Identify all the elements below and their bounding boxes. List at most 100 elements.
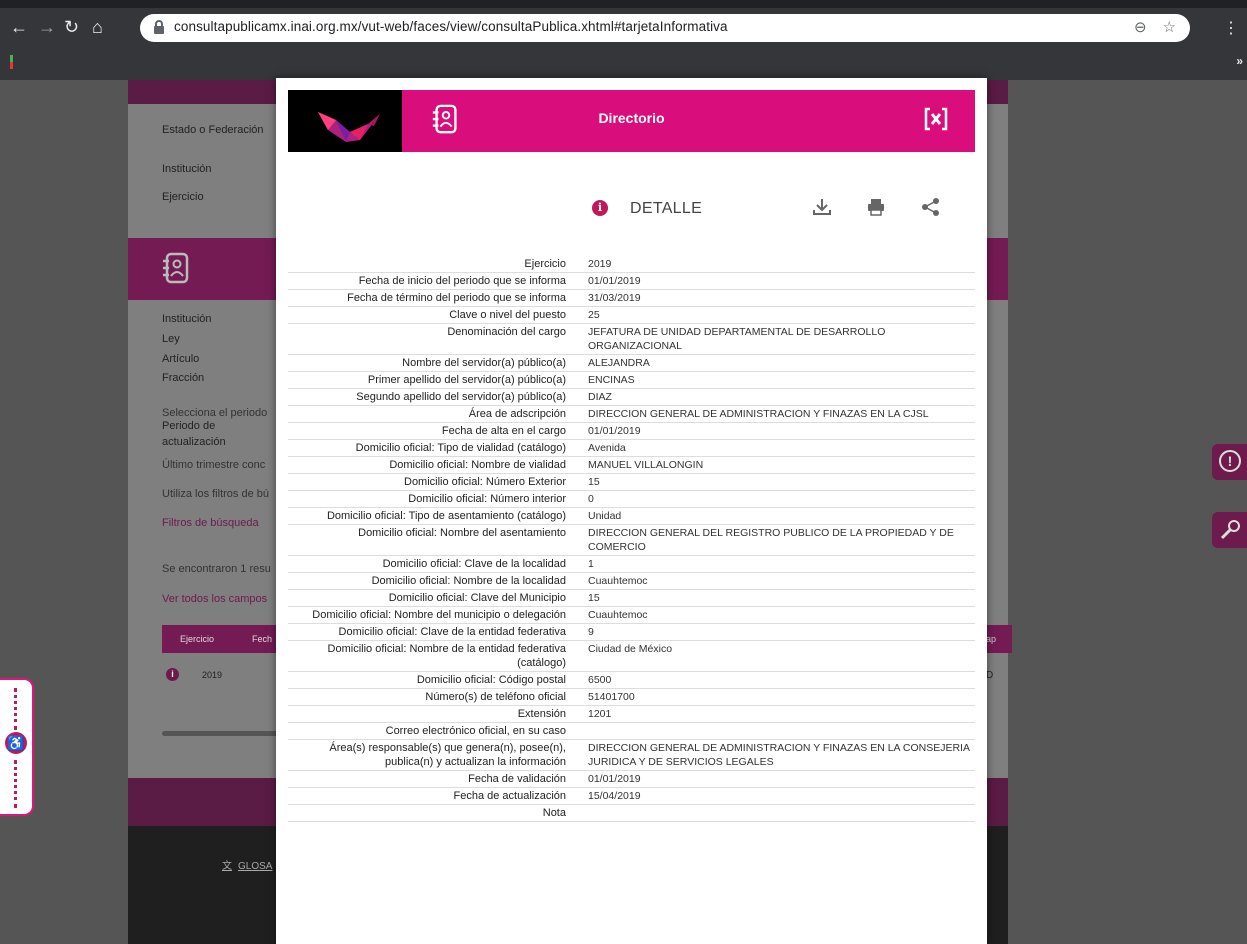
field-value: 01/01/2019 [588, 425, 641, 437]
field-label: Segundo apellido del servidor(a) público… [356, 391, 566, 403]
field-label: Fecha de alta en el cargo [441, 425, 566, 437]
field-label: Domicilio oficial: Nombre de la localida… [371, 575, 566, 587]
bg-filtros-link[interactable]: Filtros de búsqueda [162, 517, 259, 529]
field-label: Correo electrónico oficial, en su caso [385, 725, 566, 737]
field-label: Domicilio oficial: Clave de la entidad f… [338, 626, 566, 638]
field-label: Nota [542, 807, 566, 819]
field-label: Domicilio oficial: Tipo de asentamiento … [326, 510, 566, 522]
field-value: 31/03/2019 [588, 292, 641, 304]
field-value: DIRECCION GENERAL DE ADMINISTRACION Y FI… [588, 408, 929, 420]
field-label: Domicilio oficial: Nombre del asentamien… [358, 527, 566, 539]
url-text: consultapublicamx.inai.org.mx/vut-web/fa… [174, 19, 728, 34]
detail-row: Domicilio oficial: Nombre de la localida… [288, 573, 975, 590]
field-value: Avenida [588, 442, 626, 454]
bg-label-estado: Estado o Federación [162, 124, 264, 136]
bg-glosario-link[interactable]: 文 GLOSA [222, 857, 272, 872]
field-label: Número(s) de teléfono oficial [425, 691, 566, 703]
detail-row: Ejercicio 2019 [288, 254, 975, 273]
bg-row-year: 2019 [202, 670, 223, 680]
detail-row: Fecha de alta en el cargo 01/01/2019 [288, 423, 975, 440]
detail-row: Domicilio oficial: Nombre de la entidad … [288, 641, 975, 672]
detail-row: Fecha de término del periodo que se info… [288, 290, 975, 307]
report-button[interactable]: ! [1212, 444, 1247, 480]
bg-label-institucion-2: Institución [162, 313, 212, 325]
forward-icon[interactable]: → [38, 16, 56, 38]
bg-filtros-hint: Utiliza los filtros de bú [162, 488, 269, 500]
detail-row: Domicilio oficial: Clave de la localidad… [288, 556, 975, 573]
field-value: 9 [588, 626, 594, 638]
field-value: 2019 [588, 258, 612, 270]
detail-row: Domicilio oficial: Tipo de asentamiento … [288, 508, 975, 525]
wrench-icon [1220, 520, 1240, 540]
field-label: Domicilio oficial: Clave del Municipio [388, 592, 566, 604]
field-value: Unidad [588, 510, 622, 522]
zoom-icon[interactable]: ⊖ [1134, 19, 1147, 36]
field-value [576, 723, 975, 739]
detail-row: Área de adscripción DIRECCION GENERAL DE … [288, 406, 975, 423]
accessibility-dots-bottom [14, 760, 17, 808]
field-value: 0 [588, 493, 594, 505]
field-value: 01/01/2019 [588, 773, 641, 785]
field-label: Domicilio oficial: Número interior [408, 493, 566, 505]
info-icon: i [592, 200, 608, 216]
bg-label-articulo: Artículo [162, 353, 200, 365]
field-value: 51401700 [588, 691, 635, 703]
field-label: Primer apellido del servidor(a) público(… [367, 374, 566, 386]
detail-row: Número(s) de teléfono oficial 51401700 [288, 689, 975, 706]
field-label: Área de adscripción [468, 408, 566, 420]
reload-icon[interactable]: ↻ [64, 16, 79, 38]
field-value: 1 [588, 558, 594, 570]
detail-row: Domicilio oficial: Nombre del municipio … [288, 607, 975, 624]
back-icon[interactable]: ← [10, 16, 28, 38]
detail-row: Domicilio oficial: Clave del Municipio 15 [288, 590, 975, 607]
bg-row-info-icon[interactable]: i [166, 668, 179, 681]
detail-label: DETALLE [630, 200, 703, 217]
detail-row: Domicilio oficial: Código postal 6500 [288, 672, 975, 689]
field-value: Ciudad de México [588, 643, 673, 655]
bookmarks-overflow-icon[interactable]: » [1236, 54, 1243, 68]
home-icon[interactable]: ⌂ [92, 16, 103, 38]
detail-row: Correo electrónico oficial, en su caso [288, 723, 975, 740]
bookmark-favicon-icon[interactable] [10, 55, 13, 69]
field-value: 15 [588, 592, 600, 604]
field-value: 15 [588, 476, 600, 488]
browser-menu-icon[interactable]: ⋮ [1223, 18, 1239, 38]
download-icon[interactable] [811, 196, 833, 218]
field-label: Extensión [517, 708, 566, 720]
field-label: Clave o nivel del puesto [449, 309, 566, 321]
close-icon[interactable] [923, 106, 949, 132]
bg-th-edge: ap [986, 634, 997, 644]
bookmark-star-icon[interactable]: ☆ [1163, 19, 1176, 36]
detail-row: Domicilio oficial: Número interior 0 [288, 491, 975, 508]
field-label: Nombre del servidor(a) público(a) [402, 357, 566, 369]
bg-label-ejercicio: Ejercicio [162, 191, 204, 203]
field-label: Domicilio oficial: Número Exterior [404, 476, 566, 488]
field-value: DIAZ [588, 391, 612, 403]
field-label: Ejercicio [524, 258, 566, 270]
detail-row: Segundo apellido del servidor(a) público… [288, 389, 975, 406]
directory-icon [163, 252, 189, 284]
bg-label-actualizacion: actualización [162, 436, 226, 448]
modal-header: Directorio [288, 90, 975, 152]
detail-row: Extensión 1201 [288, 706, 975, 723]
detail-row: Clave o nivel del puesto 25 [288, 307, 975, 324]
accessibility-widget[interactable]: ♿ [0, 678, 34, 816]
share-icon[interactable] [920, 196, 942, 218]
field-value: 6500 [588, 674, 612, 686]
field-value: 25 [588, 309, 600, 321]
glossary-icon: 文 [222, 861, 232, 872]
bg-label-ley: Ley [162, 333, 180, 345]
tools-button[interactable] [1212, 512, 1247, 548]
print-icon[interactable] [865, 196, 887, 218]
bg-scrollbar[interactable] [162, 731, 282, 736]
bookmarks-bar [0, 48, 1247, 80]
field-label: Fecha de validación [468, 773, 566, 785]
detail-row: Domicilio oficial: Nombre del asentamien… [288, 525, 975, 556]
lock-icon [154, 20, 164, 34]
field-value: JEFATURA DE UNIDAD DEPARTAMENTAL DE DESA… [588, 326, 886, 352]
address-bar[interactable]: consultapublicamx.inai.org.mx/vut-web/fa… [140, 14, 1190, 42]
bg-label-institucion: Institución [162, 163, 212, 175]
bg-ver-campos[interactable]: Ver todos los campos [162, 593, 267, 605]
field-value: 15/04/2019 [588, 790, 641, 802]
field-value: MANUEL VILLALONGIN [588, 459, 704, 471]
